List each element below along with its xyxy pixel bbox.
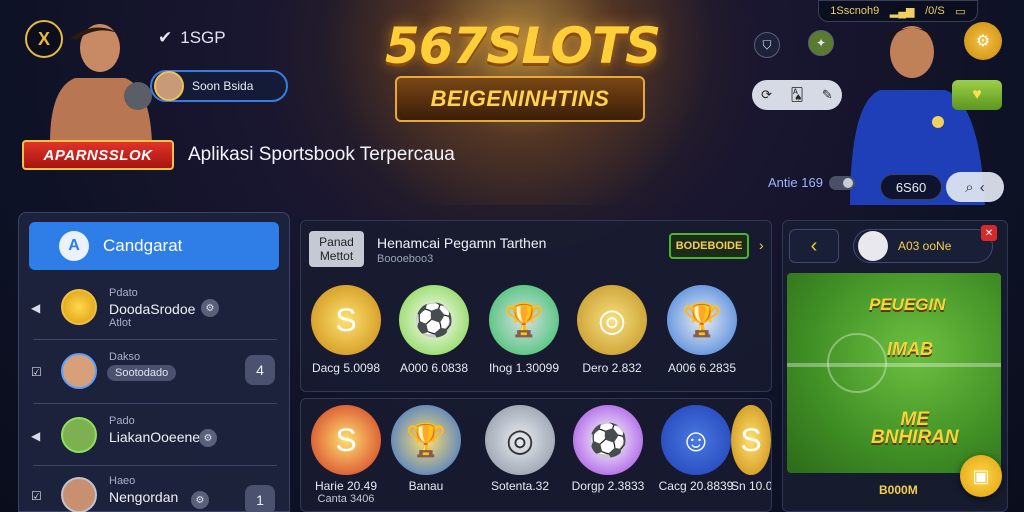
wallet-fab-button[interactable]: ▣ [960, 455, 1002, 497]
hero-banner: X ✔ 1SGP Soon Bsida APARNSSLOK Aplikasi … [0, 0, 1024, 205]
right-panel-footer: B000M [879, 483, 918, 497]
gear-icon[interactable]: ⚙ [201, 299, 219, 317]
count-badge[interactable]: 4 [245, 355, 275, 385]
silver-coin-icon: ◎ [485, 405, 555, 475]
avatar [154, 71, 184, 101]
slot-coin-icon: S [311, 405, 381, 475]
refresh-icon[interactable]: ⟳ [761, 87, 772, 103]
game-tile[interactable]: S Dacg 5.0098 [305, 285, 387, 375]
field-subtitle: IMAB [887, 339, 933, 359]
chevron-left-icon: ‹ [979, 178, 985, 196]
fighter-illustration [50, 24, 152, 143]
divider [33, 339, 277, 340]
toggle-switch[interactable] [828, 175, 855, 190]
brand-badge: APARNSSLOK [22, 140, 174, 170]
sidebar-item[interactable]: ☑ Haeo Nengordan ⚙ 1 [19, 465, 289, 512]
tool-pill[interactable]: ⟳ 🂡 ✎ [752, 80, 842, 110]
sidebar: A Candgarat ◀ Pdato DoodaSrodoe Atlot ⚙ … [18, 212, 290, 512]
panel-button[interactable]: BODEBOIDE [669, 233, 749, 259]
search-icon: ⌕ [965, 178, 974, 196]
field-line [787, 363, 1001, 367]
soccer-ball-icon: ⚽ [399, 285, 469, 355]
silver-cup-icon: 🏆 [667, 285, 737, 355]
game-tile[interactable]: ⚽ A000 6.0838 [393, 285, 475, 375]
heart-icon[interactable]: ♥ [952, 80, 1002, 110]
avatar [61, 477, 97, 512]
trophy-cup-icon: 🏆 [489, 285, 559, 355]
gear-icon[interactable]: ⚙ [191, 491, 209, 509]
hero-stat: Antie 169 [768, 175, 855, 190]
avatar [858, 231, 888, 261]
count-badge[interactable]: 1 [245, 485, 275, 512]
field-title: PEUEGIN [869, 295, 946, 314]
page-title: 567SLOTS [385, 17, 661, 75]
sidebar-item[interactable]: ☑ Dakso Sootodado 4 [19, 341, 289, 401]
subtitle-plate: BEIGENINHTINS [395, 76, 645, 122]
user-icon: A [59, 231, 89, 261]
tagline: Aplikasi Sportsbook Terpercaua [188, 144, 455, 165]
chevron-icon: ◀ [31, 301, 41, 315]
game-tile[interactable]: ◎ Sotenta.32 [479, 405, 561, 493]
back-button[interactable]: ‹ [789, 229, 839, 263]
avatar [61, 417, 97, 453]
panel-subtitle: Boooeboo3 [377, 253, 434, 265]
hero-number: 6S60 [880, 174, 942, 200]
badge-icon[interactable]: ✦ [808, 30, 834, 56]
check-icon: ☑ [31, 489, 42, 503]
game-tile[interactable]: ☺ Cacg 20.8839 [655, 405, 737, 493]
game-tile[interactable]: 🏆 Ihog 1.30099 [483, 285, 565, 375]
gold-trophy-icon: 🏆 [391, 405, 461, 475]
check-icon: ☑ [31, 365, 42, 379]
game-tile[interactable]: ◎ Dero 2.832 [571, 285, 653, 375]
sidebar-item[interactable]: ◀ Pado LiakanOoeene ⚙ [19, 405, 289, 465]
panel-title: Henamcai Pegamn Tarthen [377, 235, 547, 251]
cards-icon[interactable]: 🂡 [790, 87, 803, 103]
coin-icon: S [731, 405, 771, 475]
panel-chip[interactable]: Panad Mettot [309, 231, 364, 267]
slot-coin-icon: S [311, 285, 381, 355]
sidebar-item[interactable]: ◀ Pdato DoodaSrodoe Atlot ⚙ [19, 277, 289, 337]
sidebar-header[interactable]: A Candgarat [29, 222, 279, 270]
game-tile[interactable]: S Harie 20.49 Canta 3406 [305, 405, 387, 505]
user-pill[interactable]: Soon Bsida [150, 70, 288, 102]
game-tile[interactable]: 🏆 Banau [385, 405, 467, 493]
divider [33, 403, 277, 404]
player-icon: ☺ [661, 405, 731, 475]
chevron-right-icon[interactable]: › [759, 237, 764, 253]
game-tile[interactable]: 🏆 A006 6.2835 [661, 285, 743, 375]
tool-icon[interactable]: ✎ [822, 87, 833, 103]
games-panel: Panad Mettot Henamcai Pegamn Tarthen Boo… [300, 220, 772, 392]
chevron-icon: ◀ [31, 429, 41, 443]
coin-avatar [61, 289, 97, 325]
game-tile[interactable]: ⚽ Dorgp 2.3833 [567, 405, 649, 493]
field-circle [827, 333, 887, 393]
shield-icon[interactable]: ⛉ [754, 32, 780, 58]
soccer-ball-icon: ⚽ [573, 405, 643, 475]
field-text: ME BNHIRAN [871, 409, 959, 448]
search-button[interactable]: ⌕ ‹ [946, 172, 1004, 202]
games-panel-2: S Harie 20.49 Canta 3406 🏆 Banau ◎ Soten… [300, 398, 772, 512]
right-panel-header[interactable]: A03 ooNe [853, 229, 993, 263]
gold-coin-icon: ◎ [577, 285, 647, 355]
close-icon[interactable]: ✕ [981, 225, 997, 241]
soccer-field: PEUEGIN IMAB ME BNHIRAN [787, 273, 1001, 473]
avatar [61, 353, 97, 389]
gear-icon[interactable]: ⚙ [199, 429, 217, 447]
game-tile[interactable]: S Sn 10.006 [731, 405, 771, 493]
